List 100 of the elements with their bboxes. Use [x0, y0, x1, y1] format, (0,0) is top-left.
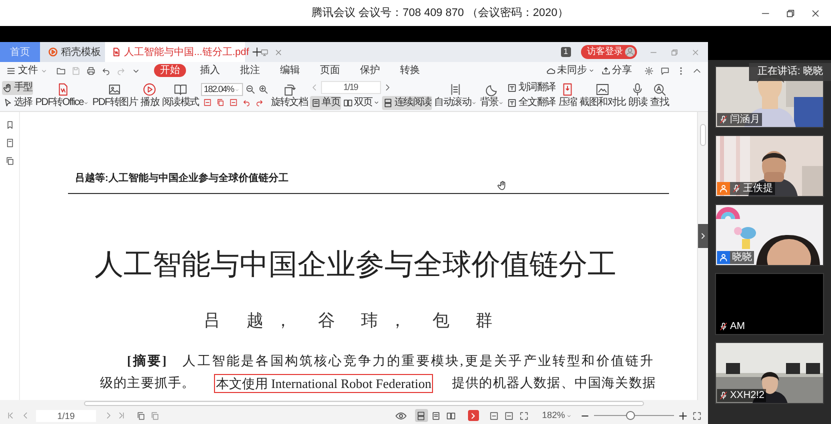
tool-button[interactable]: 全文翻译 — [506, 96, 556, 110]
collapse-handle[interactable] — [698, 224, 708, 248]
image-icon — [107, 82, 122, 96]
tool-button[interactable]: 旋转文档 — [270, 82, 309, 108]
play-button[interactable] — [468, 410, 479, 421]
caret-icon — [471, 100, 478, 106]
share-button[interactable]: 分享 — [601, 63, 632, 78]
book-icon — [172, 82, 188, 96]
actual-size-icon[interactable] — [488, 410, 499, 420]
tool-button[interactable]: PDF转图片 — [91, 82, 139, 108]
continuous-icon — [383, 98, 394, 108]
tool-button[interactable]: PDF转Office — [34, 82, 90, 108]
close-icon[interactable] — [810, 8, 821, 18]
sync-button[interactable]: 未同步 — [546, 63, 595, 78]
settings-icon[interactable] — [644, 66, 654, 76]
double-page-icon — [343, 98, 353, 108]
fit-width-icon[interactable] — [228, 98, 238, 107]
vertical-scrollbar[interactable] — [697, 112, 708, 400]
view-button[interactable] — [414, 409, 428, 422]
tool-button[interactable]: 截图和对比 — [578, 82, 627, 108]
caret-icon — [498, 100, 504, 106]
rotate-right-icon[interactable] — [254, 98, 264, 107]
page-icon[interactable] — [216, 98, 225, 107]
fullscreen-icon[interactable] — [692, 410, 702, 420]
tool-button[interactable]: 单页 — [310, 96, 341, 110]
login-button[interactable]: 访客登录 — [581, 45, 637, 59]
tool-button[interactable]: 自动滚动 — [433, 82, 478, 108]
file-menu[interactable]: 文件 — [6, 63, 48, 78]
hand-cursor-icon — [497, 180, 508, 191]
participant-name: 王佚提 — [743, 182, 773, 195]
tool-button[interactable]: 双页 — [342, 96, 382, 110]
copy-icon[interactable] — [4, 156, 14, 166]
menu-tab[interactable]: 编辑 — [274, 64, 306, 77]
participant-name: AM — [730, 320, 745, 333]
page-field[interactable]: 1/19 — [320, 80, 381, 94]
paper-title: 人工智能与中国企业参与全球价值链分工 — [94, 248, 618, 283]
caret-icon — [234, 86, 240, 92]
tool-button[interactable]: 背景 — [479, 82, 506, 108]
print-icon[interactable] — [86, 66, 96, 76]
restore-icon[interactable] — [785, 8, 796, 18]
undo-icon[interactable] — [101, 66, 111, 76]
tool-button[interactable]: 连续阅读 — [382, 96, 432, 110]
participant-name: 闫涵月 — [730, 113, 760, 126]
horizontal-scrollbar[interactable] — [0, 400, 708, 407]
fit-page-icon[interactable] — [504, 410, 514, 420]
abstract-text: [摘要] 人工智能是各国构筑核心竞争力的重要模块,更是关乎产业转型和价值链升 — [127, 352, 655, 370]
menu-tab[interactable]: 插入 — [194, 64, 226, 77]
page-field[interactable]: 1/19 — [36, 410, 96, 422]
scroll-thumb[interactable] — [84, 401, 644, 406]
menu-tab[interactable]: 转换 — [394, 64, 426, 77]
menu-tab[interactable]: 保护 — [354, 64, 386, 77]
speaker-tooltip: 正在讲话: 晓晓 — [749, 63, 831, 81]
rotate-left-icon[interactable] — [242, 98, 251, 107]
play-icon — [142, 82, 158, 96]
new-tab-icon[interactable] — [251, 46, 263, 58]
caret-icon — [83, 100, 90, 106]
tool-button[interactable]: 播放 — [140, 82, 160, 108]
zoom-in-icon[interactable] — [678, 410, 688, 420]
bookmark-icon[interactable] — [4, 120, 14, 130]
tool-button[interactable]: 阅读模式 — [160, 82, 200, 108]
menu-tab[interactable]: 批注 — [234, 64, 266, 77]
comment-icon[interactable] — [660, 66, 670, 76]
cursor-icon — [3, 98, 13, 108]
previous-icon[interactable] — [21, 411, 30, 420]
zoom-out-icon[interactable] — [244, 84, 256, 95]
pdf-icon — [111, 47, 121, 57]
page-count-badge: 1 — [560, 47, 571, 57]
eye-icon[interactable] — [394, 410, 407, 422]
screenshot-icon — [595, 82, 610, 96]
page-icon[interactable] — [136, 410, 146, 420]
tool-button[interactable]: 压缩 — [557, 82, 578, 108]
scroll-thumb[interactable] — [700, 124, 706, 146]
author-list: 吕 越， 谷 玮， 包 群 — [20, 308, 687, 334]
zoom-slider[interactable] — [594, 411, 674, 420]
zoom-in-icon[interactable] — [258, 84, 269, 95]
translate-icon — [507, 98, 518, 108]
tool-button[interactable]: 手型 — [2, 80, 34, 94]
tool-button[interactable]: 划词翻译 — [506, 80, 556, 94]
slider-thumb[interactable] — [626, 411, 635, 420]
avatar-icon — [625, 47, 635, 57]
abstract-text: 提供的机器人数据、中国海关数据 — [452, 374, 656, 392]
fit-width-icon[interactable] — [518, 410, 529, 420]
page-icon[interactable] — [150, 410, 160, 420]
tool-button[interactable]: 查找 — [649, 82, 670, 108]
menu-tab[interactable]: 开始 — [154, 64, 186, 77]
share-icon — [601, 66, 611, 76]
tab[interactable]: 稻壳模板 — [40, 42, 105, 62]
thumbnail-icon[interactable] — [4, 138, 14, 148]
fit-page-icon[interactable] — [202, 98, 212, 107]
hand-icon — [3, 82, 13, 92]
tool-button[interactable]: 朗读 — [628, 82, 648, 108]
zoom-field[interactable]: 182.04% — [200, 83, 243, 96]
caret-icon — [373, 99, 380, 106]
zoom-dropdown[interactable]: 182% — [542, 408, 572, 422]
participant-name: XXH2!2 — [730, 389, 764, 402]
menu-tab[interactable]: 页面 — [314, 64, 346, 77]
folder-icon[interactable] — [56, 66, 66, 76]
double-page-icon — [446, 410, 456, 420]
caret-icon — [566, 412, 572, 418]
tool-button[interactable]: 选择 — [2, 96, 34, 110]
